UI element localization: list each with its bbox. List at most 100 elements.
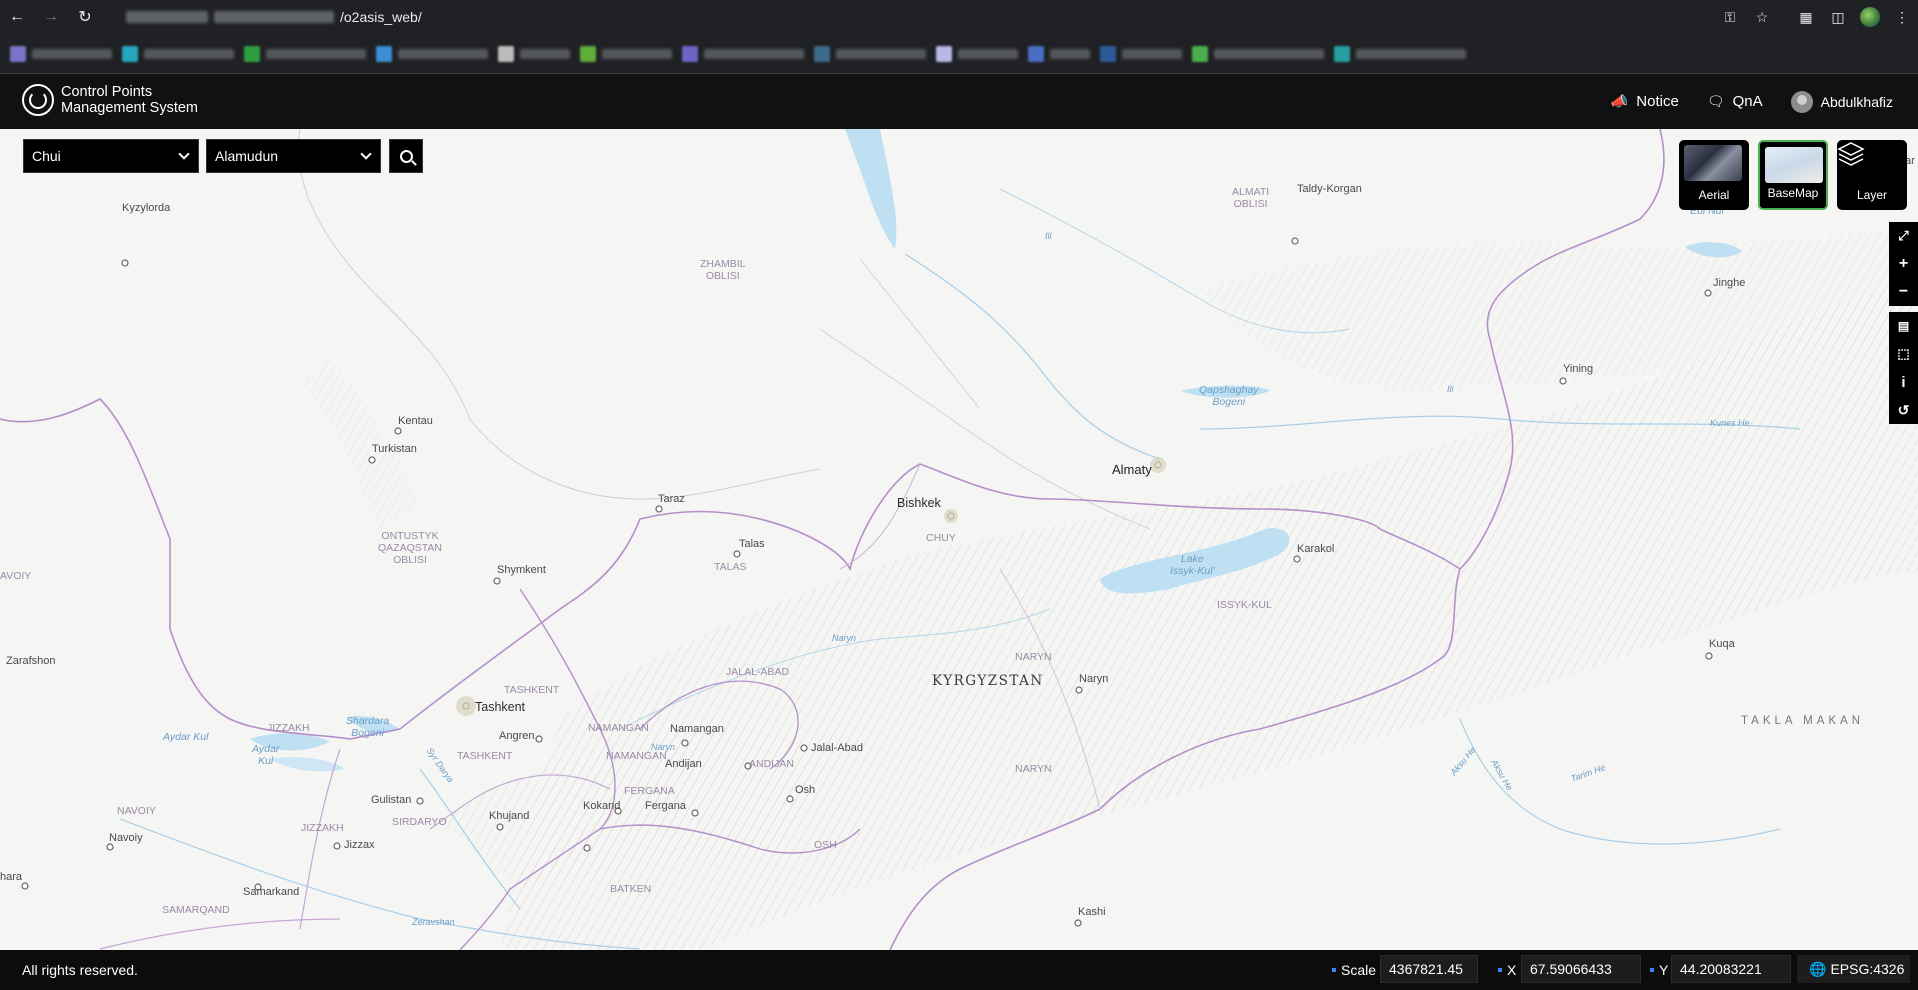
layer-button[interactable]: Layer (1837, 140, 1907, 210)
map-label-batken-region: BATKEN (610, 883, 652, 895)
scale-label: Scale (1332, 962, 1376, 978)
forward-icon[interactable]: → (34, 0, 68, 34)
map-label-qapshaghay-1: Qapshaghay (1199, 384, 1259, 396)
y-label: Y (1650, 962, 1668, 978)
notice-label: Notice (1636, 93, 1679, 110)
qna-label: QnA (1732, 93, 1763, 110)
map-label-issyk-kul-region: ISSYK-KUL (1217, 599, 1272, 611)
map-label-shardara: Shardara Bogeni (346, 715, 389, 739)
zoom-out-icon[interactable]: − (1889, 278, 1918, 306)
app-logo[interactable] (22, 84, 54, 116)
bookmark-item[interactable] (376, 45, 488, 62)
map-label-angren: Angren (499, 730, 535, 742)
sidepanel-icon[interactable]: ◫ (1822, 0, 1854, 34)
app-title-line1: Control Points (61, 84, 153, 100)
back-icon[interactable]: ← (0, 0, 34, 34)
url-text: /o2asis_web/ (340, 9, 422, 25)
district-select[interactable]: Alamudun (206, 139, 381, 173)
reset-icon[interactable]: ↺ (1889, 396, 1918, 424)
zoom-in-icon[interactable]: + (1889, 250, 1918, 278)
search-button[interactable] (389, 139, 423, 173)
map-label-aydar-1: Aydar (252, 743, 280, 755)
bookmark-item[interactable] (814, 45, 926, 62)
scale-value[interactable]: 4367821.45 (1380, 955, 1478, 983)
search-icon (399, 149, 413, 163)
map-label-samarkand: Samarkand (243, 886, 300, 898)
map-label-almati: ALMATI OBLISI (1232, 186, 1269, 210)
address-bar[interactable]: /o2asis_web/ (118, 4, 1708, 30)
map-label-naryn: Naryn (1079, 673, 1109, 685)
bookmark-item[interactable] (244, 45, 366, 62)
layers-icon (1837, 142, 1865, 166)
region-select[interactable]: Chui (23, 139, 199, 173)
user-name: Abdulkhafiz (1820, 93, 1893, 110)
profile-avatar[interactable] (1854, 0, 1886, 34)
bookmark-item[interactable] (498, 45, 570, 62)
user-menu[interactable]: Abdulkhafiz (1790, 90, 1918, 113)
bookmark-item[interactable] (122, 45, 234, 62)
layer-label: Layer (1856, 188, 1888, 202)
bookmark-item[interactable] (10, 45, 112, 62)
map-label-kentau: Kentau (398, 415, 433, 427)
browser-toolbar: ← → ↻ /o2asis_web/ ⚿ ☆ ▦ ◫ ⋮ (0, 0, 1918, 34)
map-label-aydar-kul-2: Aydar Kul (252, 743, 279, 767)
status-bar: All rights reserved. Scale 4367821.45 X … (0, 950, 1918, 990)
aerial-layer-button[interactable]: Aerial (1679, 140, 1749, 210)
megaphone-icon: 📣 (1610, 93, 1629, 109)
map-label-kyrgyzstan: KYRGYZSTAN (932, 673, 1044, 689)
map-label-navoiy: Navoiy (109, 832, 143, 844)
map-label-ili-2: Ili (1447, 384, 1454, 394)
info-icon[interactable]: i (1889, 368, 1918, 396)
app-title-line2: Management System (61, 100, 199, 116)
menu-icon[interactable]: ⋮ (1886, 0, 1918, 34)
map-label-taldy-korgan: Taldy-Korgan (1297, 183, 1362, 195)
map-label-chuy: CHUY (926, 532, 956, 544)
chat-icon: 🗨 (1706, 93, 1725, 109)
x-label: X (1498, 962, 1516, 978)
bookmark-item[interactable] (1192, 45, 1324, 62)
aerial-label: Aerial (1698, 188, 1730, 202)
bookmark-item[interactable] (936, 45, 1018, 62)
extensions-icon[interactable]: ▦ (1790, 0, 1822, 34)
key-icon[interactable]: ⚿ (1714, 0, 1746, 34)
map-canvas[interactable]: Kyzylorda ZHAMBIL OBLISI ALMATI OBLISI Tal… (0, 129, 1918, 950)
map-label-turkistan: Turkistan (372, 443, 417, 455)
bookmark-item[interactable] (580, 45, 672, 62)
map-label-zhambil-2: OBLISI (705, 270, 740, 282)
area-select-icon[interactable]: ⬚ (1889, 340, 1918, 368)
y-coordinate-value[interactable]: 44.20083221 (1671, 955, 1791, 983)
basemap-label: BaseMap (1767, 186, 1819, 200)
bookmark-item[interactable] (682, 45, 804, 62)
map-label-kokand: Kokand (583, 800, 621, 812)
map-label-zhambil-1: ZHAMBIL (700, 258, 746, 270)
ruler-icon[interactable]: ▤ (1889, 312, 1918, 340)
app-title[interactable]: Control Points Management System (61, 84, 198, 116)
notice-link[interactable]: 📣 Notice (1611, 93, 1679, 110)
bookmark-item[interactable] (1334, 45, 1466, 62)
map-label-lake-2: Issyk-Kul' (1170, 565, 1215, 577)
basemap-layer-button[interactable]: BaseMap (1758, 140, 1828, 210)
map-label-jizzakh-region-2: JIZZAKH (301, 822, 344, 834)
map-label-jalal-abad: Jalal-Abad (811, 742, 863, 754)
bookmark-item[interactable] (1100, 45, 1182, 62)
map-label-osh: Osh (795, 784, 816, 796)
map-label-qapshaghay: Qapshaghay Bogeni (1199, 384, 1259, 408)
map-label-namangan: Namangan (670, 723, 724, 735)
map-label-khujand: Khujand (489, 810, 530, 822)
map-label-naryn-region: NARYN (1015, 651, 1052, 663)
map-label-karakol: Karakol (1297, 543, 1335, 555)
bookmark-item[interactable] (1028, 45, 1090, 62)
projection-selector[interactable]: 🌐 EPSG:4326 (1797, 955, 1910, 983)
map-label-lake-issyk-kul: Lake Issyk-Kul' (1170, 553, 1215, 577)
qna-link[interactable]: 🗨 QnA (1707, 93, 1763, 110)
y-label-text: Y (1659, 962, 1669, 978)
basemap-thumbnail (1765, 147, 1823, 183)
reload-icon[interactable]: ↻ (68, 0, 102, 34)
map-label-bukhara: hara (0, 871, 23, 883)
map-label-jizzakh-region: JIZZAKH (267, 722, 310, 734)
fullscreen-icon[interactable]: ⤢ (1889, 222, 1918, 250)
star-icon[interactable]: ☆ (1746, 0, 1778, 34)
x-coordinate-value[interactable]: 67.59066433 (1521, 955, 1641, 983)
map-label-jinghe: Jinghe (1713, 277, 1746, 289)
map-label-ontustyk-3: OBLISI (393, 554, 427, 566)
